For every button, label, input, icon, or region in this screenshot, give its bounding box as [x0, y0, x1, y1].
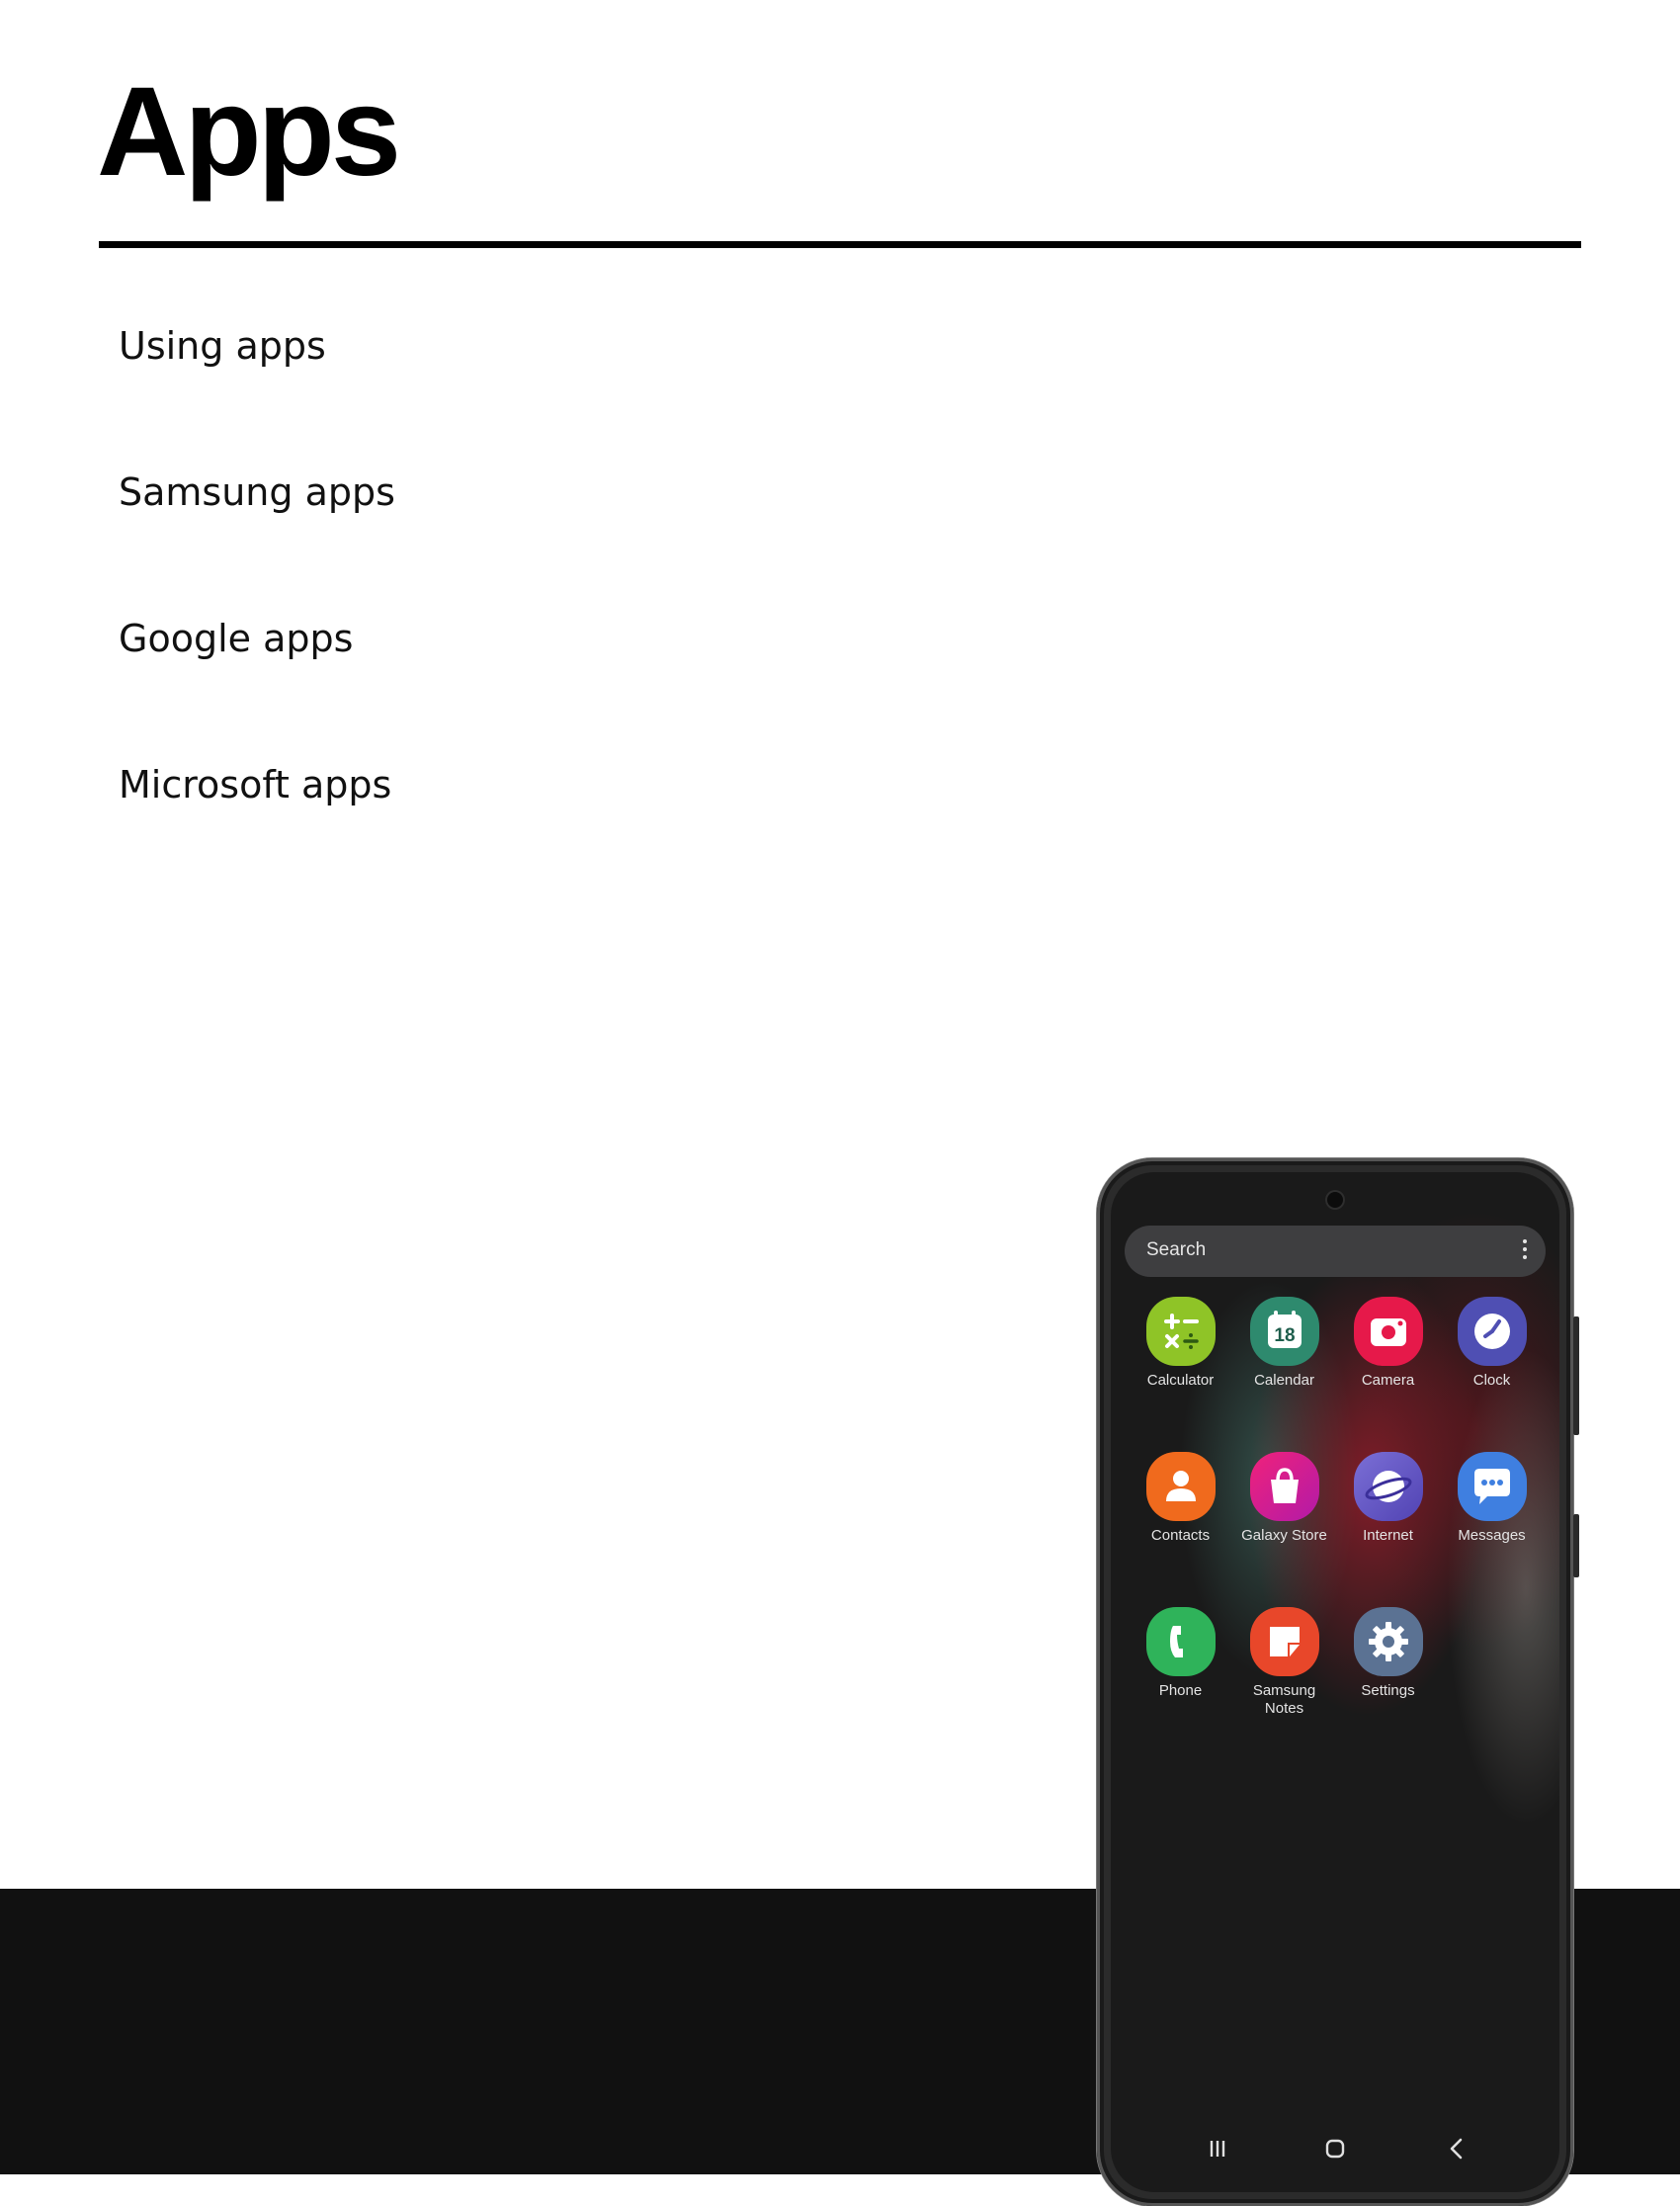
contacts-icon: [1145, 1452, 1216, 1521]
recent-apps-icon[interactable]: [1198, 2129, 1237, 2168]
app-internet[interactable]: Internet: [1336, 1452, 1440, 1545]
apps-search-bar[interactable]: Search: [1125, 1226, 1546, 1277]
app-label: Phone: [1158, 1682, 1203, 1699]
app-label: Contacts: [1150, 1527, 1211, 1544]
toc-link-samsung-apps[interactable]: Samsung apps: [119, 468, 395, 516]
calendar-day: 18: [1274, 1325, 1295, 1346]
galaxy-store-icon: [1249, 1452, 1319, 1521]
more-vertical-icon[interactable]: [1522, 1239, 1528, 1263]
toc-item: Using apps: [119, 322, 395, 468]
phone-icon: [1145, 1607, 1216, 1676]
clock-icon: [1457, 1297, 1527, 1366]
phone-illustration: Search Calculator 18 Calendar Camera Clo…: [1097, 1158, 1579, 2206]
phone-screen: Search Calculator 18 Calendar Camera Clo…: [1111, 1172, 1559, 2192]
app-settings[interactable]: Settings: [1336, 1607, 1440, 1700]
toc-link-google-apps[interactable]: Google apps: [119, 615, 353, 662]
title-divider: [99, 241, 1581, 248]
back-icon[interactable]: [1437, 2129, 1476, 2168]
app-label: Galaxy Store: [1241, 1527, 1327, 1544]
app-samsung-notes[interactable]: Samsung Notes: [1232, 1607, 1336, 1718]
app-clock[interactable]: Clock: [1440, 1297, 1544, 1390]
toc-item: Microsoft apps: [119, 761, 395, 907]
page-title: Apps: [97, 61, 401, 203]
calendar-icon: 18: [1249, 1297, 1319, 1366]
calculator-icon: [1145, 1297, 1216, 1366]
camera-icon: [1353, 1297, 1423, 1366]
app-label: Calendar: [1254, 1372, 1314, 1389]
home-icon[interactable]: [1315, 2129, 1355, 2168]
toc-item: Samsung apps: [119, 468, 395, 615]
app-camera[interactable]: Camera: [1336, 1297, 1440, 1390]
table-of-contents: Using apps Samsung apps Google apps Micr…: [119, 322, 395, 907]
app-calendar[interactable]: 18 Calendar: [1232, 1297, 1336, 1390]
toc-item: Google apps: [119, 615, 395, 761]
app-calculator[interactable]: Calculator: [1129, 1297, 1232, 1390]
search-label: Search: [1146, 1239, 1207, 1260]
app-label: Messages: [1458, 1527, 1526, 1544]
app-messages[interactable]: Messages: [1440, 1452, 1544, 1545]
samsung-notes-icon: [1249, 1607, 1319, 1676]
app-label: Settings: [1361, 1682, 1415, 1699]
app-galaxy-store[interactable]: Galaxy Store: [1232, 1452, 1336, 1545]
app-label: Samsung Notes: [1252, 1682, 1316, 1717]
internet-icon: [1353, 1452, 1423, 1521]
messages-icon: [1457, 1452, 1527, 1521]
toc-link-microsoft-apps[interactable]: Microsoft apps: [119, 761, 391, 808]
power-button: [1573, 1514, 1579, 1577]
app-phone[interactable]: Phone: [1129, 1607, 1232, 1700]
app-label: Camera: [1361, 1372, 1415, 1389]
navigation-bar: [1111, 2129, 1559, 2168]
settings-icon: [1353, 1607, 1423, 1676]
app-label: Clock: [1472, 1372, 1511, 1389]
volume-button: [1573, 1316, 1579, 1435]
front-camera: [1327, 1192, 1343, 1208]
toc-link-using-apps[interactable]: Using apps: [119, 322, 326, 370]
app-label: Calculator: [1146, 1372, 1215, 1389]
app-label: Internet: [1363, 1527, 1413, 1544]
app-contacts[interactable]: Contacts: [1129, 1452, 1232, 1545]
